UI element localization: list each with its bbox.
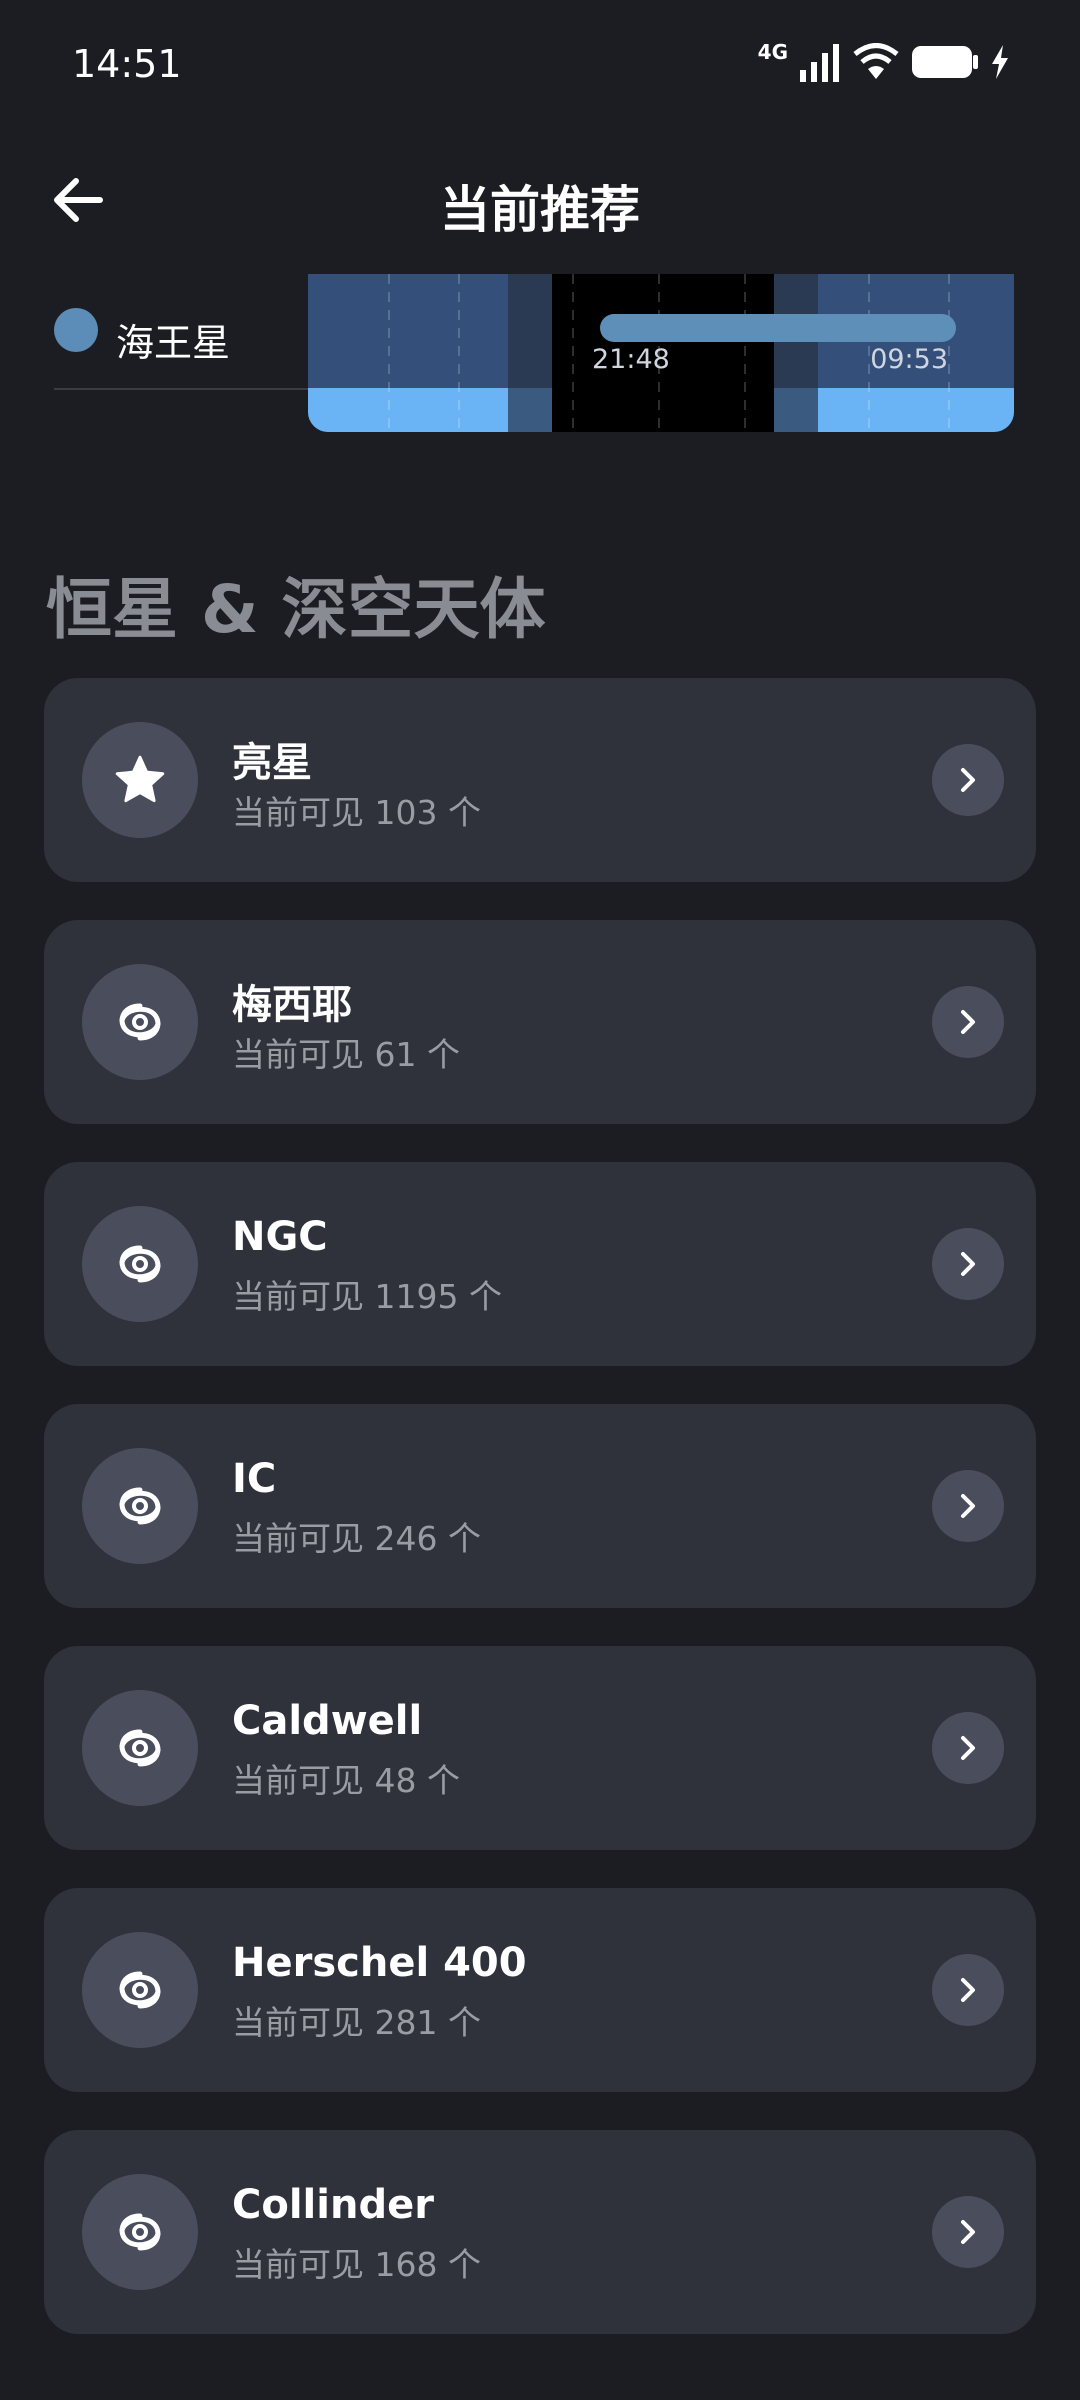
card-icon-circle (82, 1932, 198, 2048)
chevron-right-button[interactable] (932, 2196, 1004, 2268)
galaxy-icon (119, 1729, 161, 1767)
charging-icon (992, 45, 1008, 79)
star-icon (115, 755, 165, 803)
divider (54, 388, 314, 390)
card-icon-circle (82, 1690, 198, 1806)
card-title: Caldwell (232, 1698, 423, 1744)
card-icon-circle (82, 2174, 198, 2290)
card-subtitle: 当前可见 48 个 (232, 1761, 460, 1800)
card-subtitle: 当前可见 1195 个 (232, 1277, 502, 1316)
chevron-right-icon (961, 768, 975, 792)
planet-color-dot (54, 308, 98, 352)
galaxy-icon (119, 1487, 161, 1525)
chevron-right-icon (961, 1736, 975, 1760)
chevron-right-icon (961, 1010, 975, 1034)
timeline-gridline (948, 274, 950, 432)
header: 当前推荐 (0, 150, 1080, 250)
galaxy-icon (119, 1003, 161, 1041)
timeline-gridline (388, 274, 390, 432)
chevron-right-icon (961, 2220, 975, 2244)
chevron-right-button[interactable] (932, 1712, 1004, 1784)
galaxy-icon (119, 1971, 161, 2009)
catalog-card-bright-stars[interactable]: 亮星 当前可见 103 个 (44, 678, 1036, 882)
catalog-card-caldwell[interactable]: Caldwell 当前可见 48 个 (44, 1646, 1036, 1850)
card-title: 亮星 (232, 740, 312, 786)
status-time: 14:51 (72, 42, 182, 86)
timeline-gridline (572, 274, 574, 432)
chevron-right-button[interactable] (932, 1228, 1004, 1300)
chevron-right-icon (961, 1978, 975, 2002)
card-title: Herschel 400 (232, 1940, 527, 1986)
chevron-right-button[interactable] (932, 1470, 1004, 1542)
visible-end-time: 09:53 (870, 344, 948, 375)
visible-window-bar (600, 314, 956, 342)
section-title: 恒星 & 深空天体 (46, 571, 546, 648)
card-icon-circle (82, 964, 198, 1080)
card-icon-circle (82, 1448, 198, 1564)
catalog-card-ic[interactable]: IC 当前可见 246 个 (44, 1404, 1036, 1608)
status-icons: 4G (758, 40, 1010, 84)
signal-icon (800, 44, 839, 82)
planet-name: 海王星 (116, 321, 231, 365)
battery-icon (912, 46, 978, 78)
catalog-card-collinder[interactable]: Collinder 当前可见 168 个 (44, 2130, 1036, 2334)
visibility-timeline: 21:48 09:53 (308, 274, 1014, 432)
card-subtitle: 当前可见 281 个 (232, 2003, 481, 2042)
page-title: 当前推荐 (440, 181, 640, 239)
card-subtitle: 当前可见 246 个 (232, 1519, 481, 1558)
wifi-icon (853, 43, 899, 79)
card-title: IC (232, 1456, 277, 1502)
card-icon-circle (82, 722, 198, 838)
card-subtitle: 当前可见 103 个 (232, 793, 481, 832)
visible-start-time: 21:48 (592, 344, 670, 375)
catalog-card-herschel-400[interactable]: Herschel 400 当前可见 281 个 (44, 1888, 1036, 2092)
card-subtitle: 当前可见 168 个 (232, 2245, 481, 2284)
chevron-right-button[interactable] (932, 744, 1004, 816)
timeline-gridline (744, 274, 746, 432)
catalog-card-ngc[interactable]: NGC 当前可见 1195 个 (44, 1162, 1036, 1366)
chevron-right-button[interactable] (932, 986, 1004, 1058)
chevron-right-icon (961, 1252, 975, 1276)
status-bar: 14:51 4G (0, 0, 1080, 130)
chevron-right-icon (961, 1494, 975, 1518)
planet-visibility-row[interactable]: 海王星 21:48 09:53 (54, 274, 1014, 434)
timeline-gridline (458, 274, 460, 432)
card-subtitle: 当前可见 61 个 (232, 1035, 460, 1074)
card-icon-circle (82, 1206, 198, 1322)
card-title: Collinder (232, 2182, 434, 2228)
timeline-altitude-band (308, 388, 1014, 432)
network-type-label: 4G (757, 40, 788, 64)
galaxy-icon (119, 2213, 161, 2251)
card-title: NGC (232, 1214, 328, 1260)
chevron-right-button[interactable] (932, 1954, 1004, 2026)
catalog-card-messier[interactable]: 梅西耶 当前可见 61 个 (44, 920, 1036, 1124)
catalog-list: 亮星 当前可见 103 个 梅西耶 当前可见 61 个 NGC 当前可见 119… (44, 678, 1036, 2372)
card-title: 梅西耶 (232, 982, 352, 1028)
galaxy-icon (119, 1245, 161, 1283)
